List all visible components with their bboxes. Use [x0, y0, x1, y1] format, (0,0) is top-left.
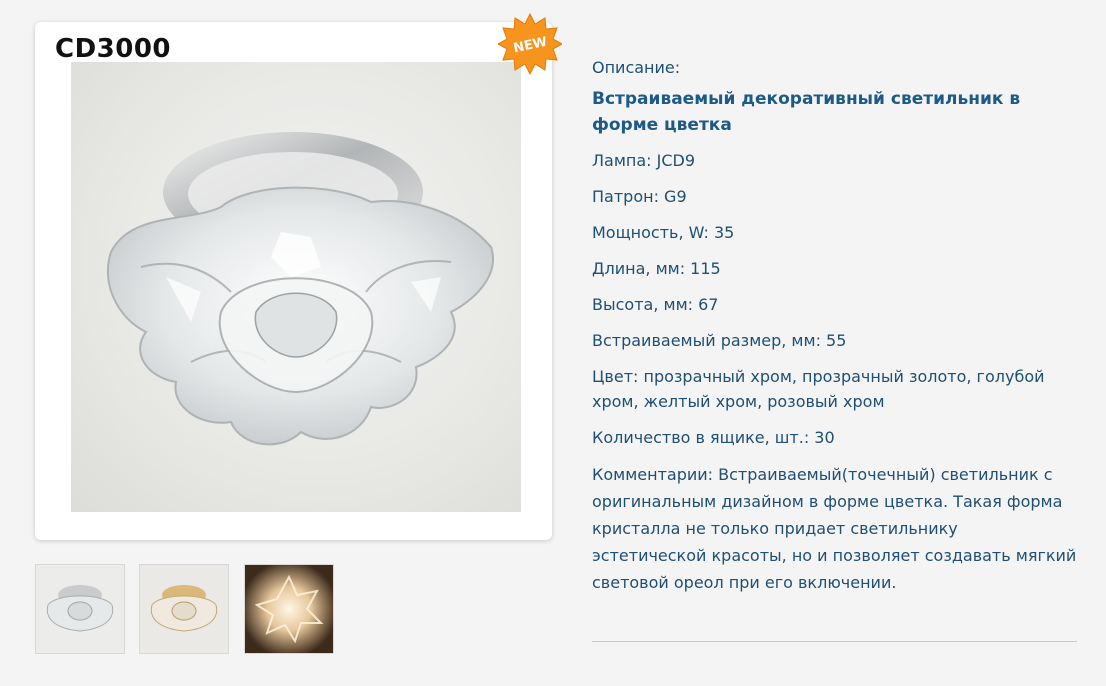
spec-length: Длина, мм: 115 [592, 259, 721, 278]
spec-comment: Комментарии: Встраиваемый(точечный) свет… [592, 465, 1077, 592]
spec-cutout-size: Встраиваемый размер, мм: 55 [592, 331, 847, 350]
thumbnail-gold-image [150, 585, 218, 632]
spec-quantity: Количество в ящике, шт.: 30 [592, 428, 835, 447]
thumbnail-gold[interactable] [139, 564, 229, 654]
details-divider [592, 641, 1077, 642]
spec-height: Высота, мм: 67 [592, 295, 719, 314]
spec-color: Цвет: прозрачный хром, прозрачный золото… [592, 367, 1045, 411]
thumbnail-lit-image [245, 565, 333, 653]
thumbnail-clear[interactable] [35, 564, 125, 654]
crystal-flower-illustration [106, 132, 494, 446]
thumbnail-lit[interactable] [244, 564, 334, 654]
thumbnail-clear-image [46, 585, 114, 632]
spec-socket: Патрон: G9 [592, 187, 687, 206]
product-title: CD3000 [55, 34, 172, 64]
new-starburst-icon: NEW [496, 12, 564, 76]
product-main-image[interactable] [71, 62, 521, 512]
description-label: Описание: [592, 58, 681, 77]
product-details: Описание: Встраиваемый декоративный свет… [592, 55, 1077, 607]
spec-lamp: Лампа: JCD9 [592, 151, 696, 170]
spec-power: Мощность, W: 35 [592, 223, 735, 242]
product-headline: Встраиваемый декоративный светильник в ф… [592, 89, 1021, 135]
new-badge: NEW [496, 12, 564, 76]
product-card: CD3000 NEW [35, 12, 564, 540]
